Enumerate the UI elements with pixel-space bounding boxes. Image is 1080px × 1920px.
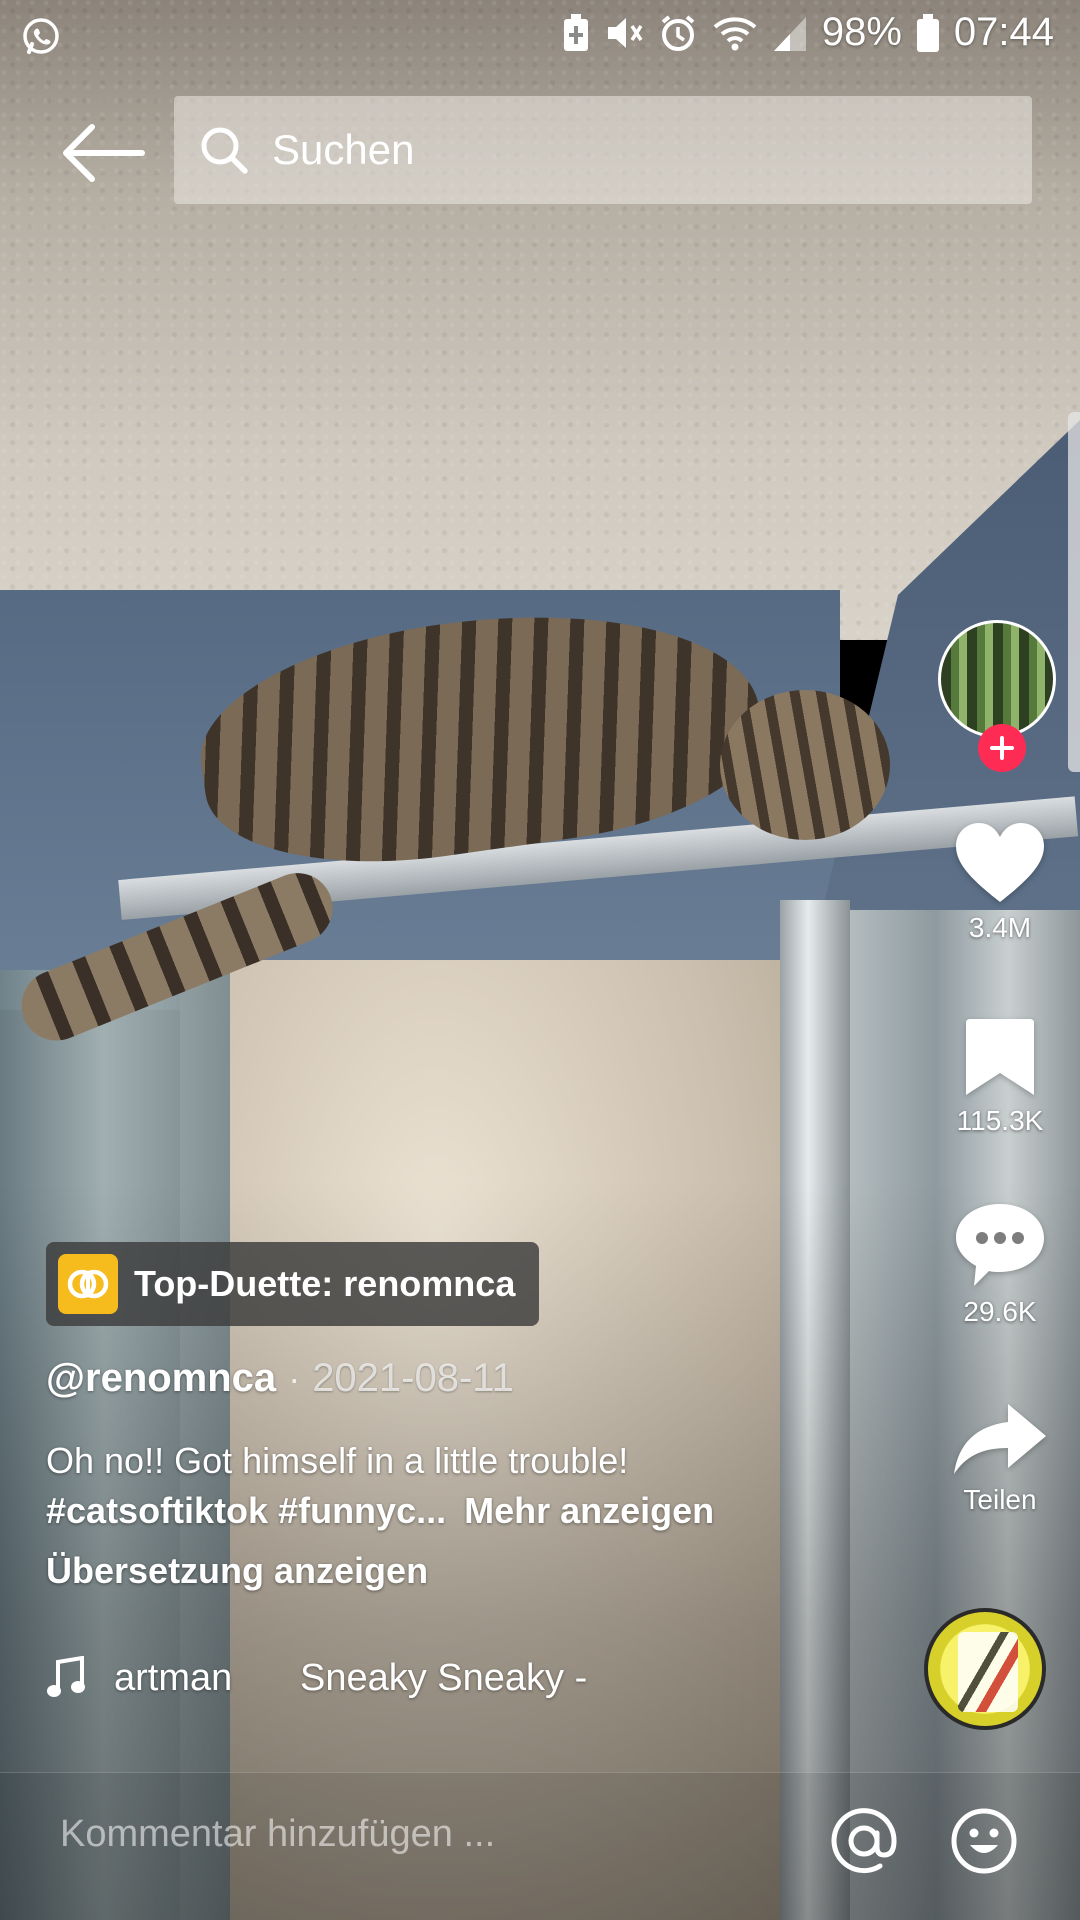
top-duets-label: Top-Duette: renomnca — [134, 1263, 516, 1304]
heart-icon — [956, 823, 1044, 902]
disc-artwork — [958, 1632, 1018, 1712]
search-icon — [201, 127, 248, 174]
follow-button[interactable] — [978, 724, 1026, 772]
save-count: 115.3K — [956, 1105, 1044, 1136]
emoji-button[interactable] — [948, 1805, 1020, 1877]
search-bar[interactable]: Suchen — [174, 96, 1032, 204]
whatsapp-icon — [20, 16, 62, 63]
separator: · — [288, 1358, 301, 1399]
caption-hashtags[interactable]: #catsoftiktok #funnyc... — [46, 1490, 446, 1531]
alarm-icon — [658, 13, 698, 53]
music-track: Sneaky Sneaky - — [300, 1656, 588, 1699]
post-caption[interactable]: Oh no!! Got himself in a little trouble!… — [46, 1436, 806, 1536]
music-row[interactable]: artman Sneaky Sneaky - — [46, 1648, 886, 1708]
save-button[interactable]: 115.3K — [930, 1015, 1070, 1137]
music-artist: artman — [114, 1656, 233, 1699]
music-disc[interactable] — [924, 1608, 1046, 1730]
video-cat-head — [720, 690, 890, 840]
top-duets-chip[interactable]: Top-Duette: renomnca — [46, 1242, 540, 1326]
side-drawer-handle[interactable] — [1068, 412, 1080, 772]
caption-text: Oh no!! Got himself in a little trouble! — [46, 1440, 629, 1481]
battery-percent: 98% — [821, 10, 902, 54]
caption-tags-row: #catsoftiktok #funnyc... Mehr anzeigen — [46, 1486, 806, 1536]
mute-icon — [604, 13, 644, 53]
battery-icon — [916, 13, 940, 53]
comment-bar: Kommentar hinzufügen ... — [0, 1772, 1080, 1920]
duet-icon — [58, 1254, 118, 1314]
plus-icon — [990, 736, 1014, 760]
show-translation-link[interactable]: Übersetzung anzeigen — [46, 1550, 428, 1592]
clock: 07:44 — [953, 10, 1054, 54]
share-button[interactable]: Teilen — [930, 1400, 1070, 1516]
comment-count: 29.6K — [963, 1296, 1037, 1327]
avatar — [938, 620, 1056, 738]
wifi-icon — [712, 13, 758, 53]
at-sign-icon — [831, 1808, 897, 1874]
share-icon — [954, 1404, 1046, 1474]
back-button[interactable] — [56, 118, 152, 188]
author-username[interactable]: @renomnca — [46, 1356, 276, 1401]
status-bar: 98% 07:44 — [0, 0, 1080, 76]
share-label: Teilen — [963, 1484, 1037, 1515]
music-note-icon — [47, 1656, 85, 1697]
arrow-left-icon — [63, 124, 145, 182]
comment-button[interactable]: 29.6K — [930, 1200, 1070, 1328]
like-count: 3.4M — [968, 912, 1032, 943]
creator-avatar[interactable] — [938, 620, 1062, 772]
like-button[interactable]: 3.4M — [930, 820, 1070, 944]
author-line: @renomnca · 2021-08-11 — [46, 1356, 514, 1401]
mention-button[interactable] — [828, 1805, 900, 1877]
battery-saver-icon — [562, 13, 590, 53]
comment-input[interactable]: Kommentar hinzufügen ... — [60, 1813, 495, 1856]
show-more-link[interactable]: Mehr anzeigen — [464, 1490, 714, 1531]
comment-icon — [956, 1204, 1044, 1286]
signal-icon — [772, 13, 808, 53]
bookmark-icon — [966, 1019, 1034, 1095]
post-date: 2021-08-11 — [312, 1356, 514, 1400]
search-placeholder: Suchen — [272, 126, 415, 173]
emoji-icon — [951, 1808, 1017, 1874]
video-player[interactable] — [0, 0, 1080, 1920]
